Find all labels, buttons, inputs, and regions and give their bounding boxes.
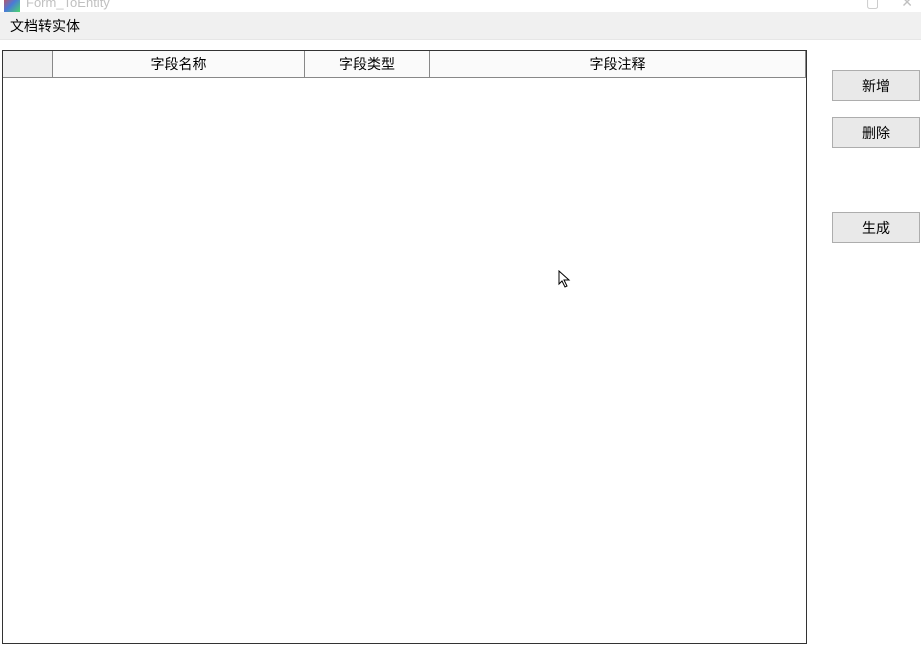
delete-button[interactable]: 删除 xyxy=(832,117,920,148)
close-icon[interactable]: ✕ xyxy=(901,0,913,11)
grid-column-field-comment[interactable]: 字段注释 xyxy=(430,51,806,78)
grid-row-header[interactable] xyxy=(3,51,53,78)
maximize-icon[interactable]: ▢ xyxy=(866,0,879,11)
data-grid[interactable]: 字段名称 字段类型 字段注释 xyxy=(2,50,807,644)
menu-doc-to-entity[interactable]: 文档转实体 xyxy=(0,12,90,39)
grid-column-field-type[interactable]: 字段类型 xyxy=(305,51,430,78)
grid-column-field-name[interactable]: 字段名称 xyxy=(53,51,305,78)
add-button[interactable]: 新增 xyxy=(832,70,920,101)
app-icon xyxy=(4,0,20,12)
window-controls: ▢ ✕ xyxy=(866,0,913,11)
content-area: 字段名称 字段类型 字段注释 新增 删除 生成 xyxy=(0,40,921,647)
menu-bar: 文档转实体 xyxy=(0,12,921,40)
title-bar: Form_ToEntity ▢ ✕ xyxy=(0,0,921,12)
side-panel: 新增 删除 生成 xyxy=(807,50,921,647)
window-title: Form_ToEntity xyxy=(26,0,110,10)
spacer xyxy=(832,164,921,196)
grid-body[interactable] xyxy=(3,78,806,643)
generate-button[interactable]: 生成 xyxy=(832,212,920,243)
grid-header-row: 字段名称 字段类型 字段注释 xyxy=(3,51,806,78)
